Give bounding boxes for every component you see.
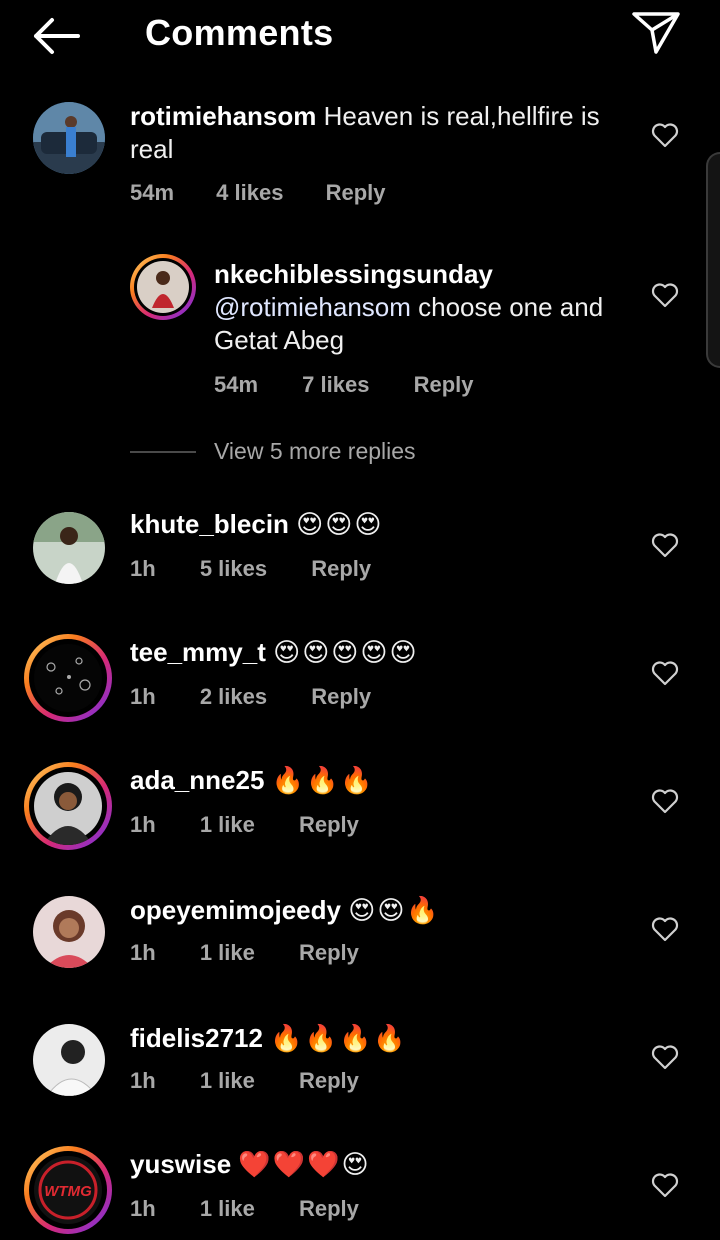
paper-plane-icon[interactable] <box>630 10 682 56</box>
heart-icon[interactable] <box>651 916 679 942</box>
heart-icon[interactable] <box>651 660 679 686</box>
view-more-label[interactable]: View 5 more replies <box>214 438 416 465</box>
reply-button[interactable]: Reply <box>414 372 474 398</box>
comment-body: ❤️❤️❤️😍 <box>238 1150 371 1180</box>
comment-text: tee_mmy_t 😍😍😍😍😍 <box>130 636 630 670</box>
comment-body: 🔥🔥🔥🔥 <box>270 1024 408 1054</box>
comment-likes[interactable]: 1 like <box>200 940 255 966</box>
comment-likes[interactable]: 1 like <box>200 812 255 838</box>
heart-icon[interactable] <box>651 122 679 148</box>
comment-text: ada_nne25 🔥🔥🔥 <box>130 764 630 798</box>
comment-likes[interactable]: 5 likes <box>200 556 267 582</box>
comment-meta: 1h 1 like Reply <box>130 940 359 966</box>
heart-icon[interactable] <box>651 532 679 558</box>
heart-icon[interactable] <box>651 1044 679 1070</box>
comment-time: 1h <box>130 812 156 837</box>
comment-meta: 1h 1 like Reply <box>130 1068 359 1094</box>
avatar[interactable] <box>33 896 105 968</box>
comment-time: 1h <box>130 556 156 581</box>
page-title: Comments <box>145 12 334 53</box>
header-bar: Comments <box>0 0 720 70</box>
comment-username[interactable]: opeyemimojeedy <box>130 895 341 925</box>
comment-body: 😍😍😍😍😍 <box>273 638 419 668</box>
comment-time: 1h <box>130 940 156 965</box>
avatar[interactable] <box>33 1024 105 1096</box>
heart-icon[interactable] <box>651 788 679 814</box>
comment-likes[interactable]: 2 likes <box>200 684 267 710</box>
comment-time: 1h <box>130 684 156 709</box>
comment-username[interactable]: ada_nne25 <box>130 765 264 795</box>
reply-button[interactable]: Reply <box>326 180 386 206</box>
reply-button[interactable]: Reply <box>299 1068 359 1094</box>
comment-text: fidelis2712 🔥🔥🔥🔥 <box>130 1022 630 1056</box>
reply-button[interactable]: Reply <box>311 556 371 582</box>
reply-button[interactable]: Reply <box>299 1196 359 1222</box>
comment-username[interactable]: tee_mmy_t <box>130 637 266 667</box>
avatar[interactable] <box>33 512 105 584</box>
scrollbar[interactable] <box>706 152 720 368</box>
comment-username[interactable]: yuswise <box>130 1149 231 1179</box>
comment-text: opeyemimojeedy 😍😍🔥 <box>130 894 630 928</box>
comment-username[interactable]: fidelis2712 <box>130 1023 263 1053</box>
avatar-logo-text: WTMG <box>44 1183 92 1200</box>
divider <box>130 451 196 453</box>
avatar[interactable] <box>33 102 105 174</box>
heart-icon[interactable] <box>651 1172 679 1198</box>
comment-body: 😍😍🔥 <box>348 896 441 926</box>
comment-meta: 54m 7 likes Reply <box>214 372 474 398</box>
reply-button[interactable]: Reply <box>311 684 371 710</box>
comment-body: 😍😍😍 <box>296 510 384 540</box>
view-more-replies[interactable]: View 5 more replies <box>130 438 530 468</box>
avatar[interactable] <box>24 634 112 722</box>
comment-likes[interactable]: 4 likes <box>216 180 283 206</box>
reply-button[interactable]: Reply <box>299 812 359 838</box>
comment-username[interactable]: rotimiehansom <box>130 101 316 131</box>
comment-time: 54m <box>214 372 259 397</box>
avatar[interactable]: WTMG <box>24 1146 112 1234</box>
comment-meta: 1h 5 likes Reply <box>130 556 371 582</box>
comment-username[interactable]: khute_blecin <box>130 509 289 539</box>
comment-likes[interactable]: 1 like <box>200 1196 255 1222</box>
comment-text: yuswise ❤️❤️❤️😍 <box>130 1148 630 1182</box>
comment-likes[interactable]: 7 likes <box>302 372 369 398</box>
comment-meta: 1h 2 likes Reply <box>130 684 371 710</box>
comment-text: rotimiehansom Heaven is real,hellfire is… <box>130 100 630 166</box>
mention-link[interactable]: @rotimiehansom <box>214 292 411 322</box>
comment-time: 1h <box>130 1196 156 1221</box>
comment-text: nkechiblessingsunday @rotimiehansom choo… <box>214 258 634 357</box>
comment-body: 🔥🔥🔥 <box>271 766 375 796</box>
avatar[interactable] <box>24 762 112 850</box>
comment-time: 54m <box>130 180 175 205</box>
avatar[interactable] <box>130 254 196 320</box>
reply-button[interactable]: Reply <box>299 940 359 966</box>
arrow-left-icon[interactable] <box>30 14 82 58</box>
comment-meta: 54m 4 likes Reply <box>130 180 386 206</box>
comment-meta: 1h 1 like Reply <box>130 812 359 838</box>
comment-likes[interactable]: 1 like <box>200 1068 255 1094</box>
heart-icon[interactable] <box>651 282 679 308</box>
comment-username[interactable]: nkechiblessingsunday <box>214 259 493 289</box>
comment-time: 1h <box>130 1068 156 1093</box>
comment-meta: 1h 1 like Reply <box>130 1196 359 1222</box>
comment-text: khute_blecin 😍😍😍 <box>130 508 630 542</box>
